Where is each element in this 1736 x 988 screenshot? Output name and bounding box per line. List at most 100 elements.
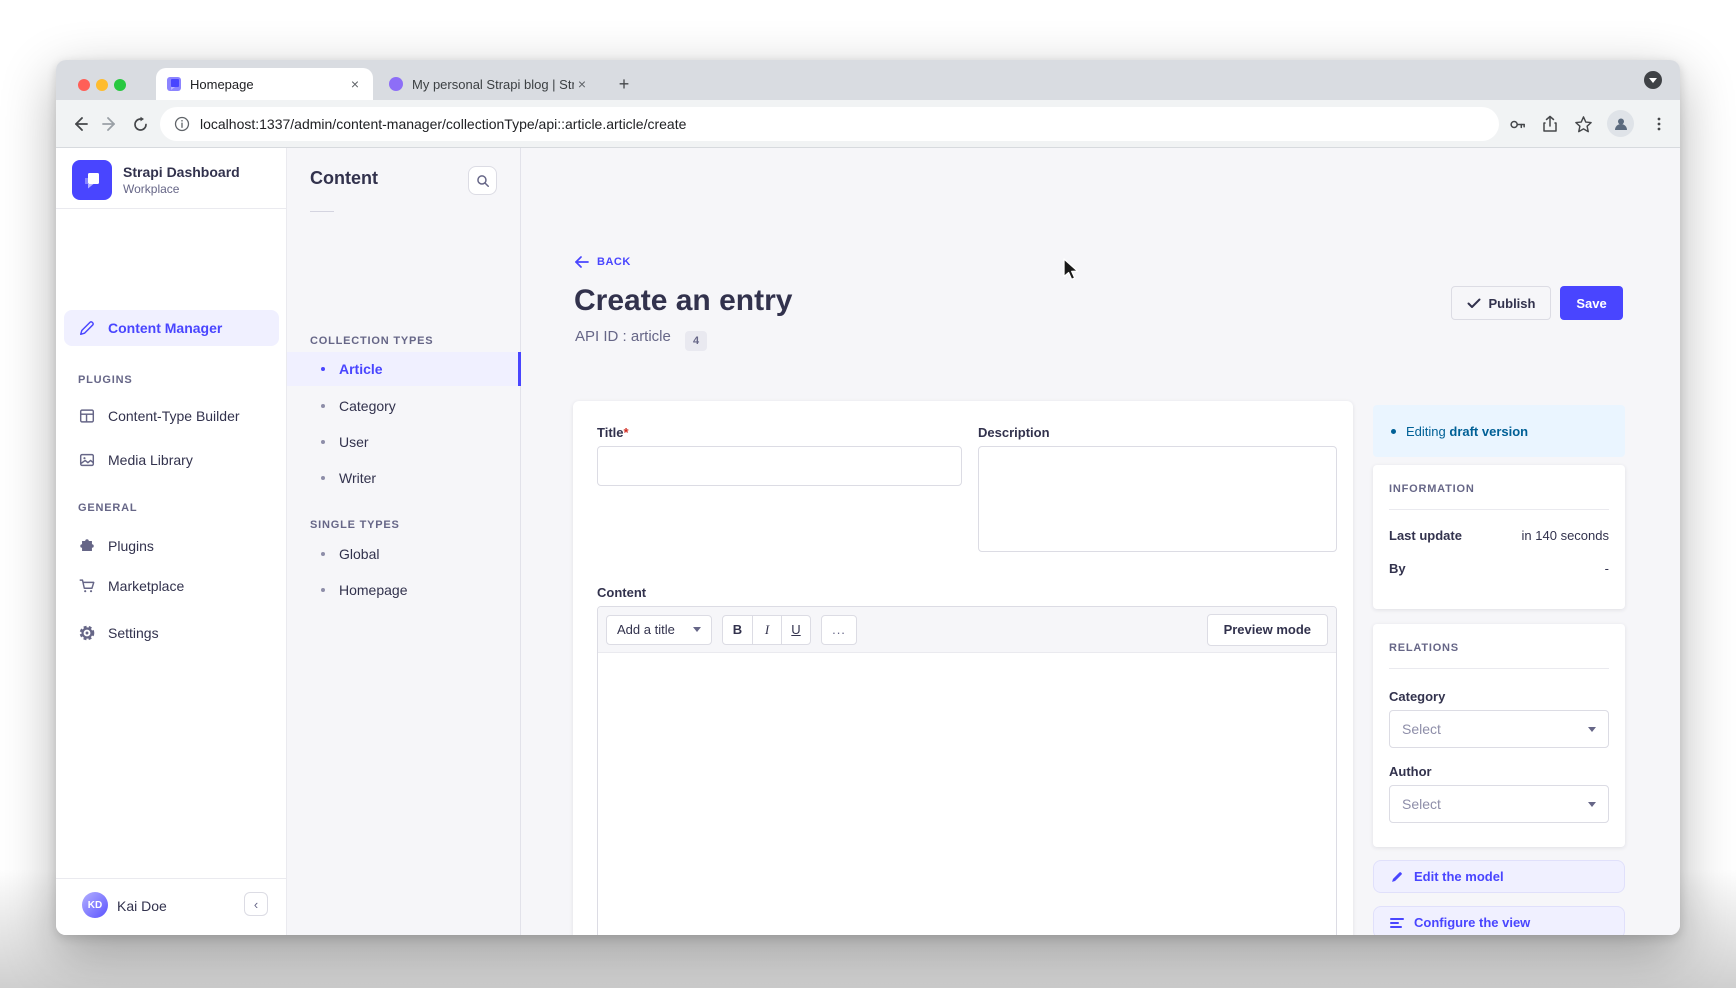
- chevron-down-icon: [693, 627, 701, 632]
- heading-select[interactable]: Add a title: [606, 615, 712, 645]
- subnav-item-homepage[interactable]: Homepage: [287, 573, 521, 607]
- workspace-subtitle: Workplace: [123, 182, 179, 196]
- url-bar[interactable]: localhost:1337/admin/content-manager/col…: [160, 107, 1499, 141]
- information-header: INFORMATION: [1389, 483, 1609, 495]
- tab-homepage[interactable]: Homepage ×: [156, 68, 373, 100]
- collapse-sidebar-button[interactable]: ‹: [244, 892, 268, 916]
- reload-icon[interactable]: [128, 112, 152, 136]
- draft-notice-text: Editing draft version: [1406, 424, 1528, 439]
- subnav-item-article[interactable]: Article: [287, 352, 521, 386]
- subnav-item-label: Homepage: [339, 582, 408, 598]
- by-row: By -: [1389, 561, 1609, 576]
- subnav-title: Content: [310, 168, 378, 189]
- editor-text-area[interactable]: [598, 653, 1336, 935]
- heading-select-value: Add a title: [617, 622, 675, 637]
- workspace-title: Strapi Dashboard: [123, 164, 240, 180]
- subnav-item-writer[interactable]: Writer: [287, 461, 521, 495]
- publish-label: Publish: [1489, 296, 1536, 311]
- sidebar-item-content-type-builder[interactable]: Content-Type Builder: [64, 398, 279, 434]
- user-name: Kai Doe: [117, 898, 167, 914]
- window-zoom-button[interactable]: [114, 79, 126, 91]
- sidebar-item-label: Content-Type Builder: [108, 408, 240, 424]
- underline-button[interactable]: U: [781, 616, 810, 644]
- bold-button[interactable]: B: [723, 616, 752, 644]
- select-placeholder: Select: [1402, 796, 1441, 812]
- relations-header: RELATIONS: [1389, 642, 1609, 654]
- general-section-header: GENERAL: [78, 502, 137, 514]
- window-minimize-button[interactable]: [96, 79, 108, 91]
- chevron-down-icon: [1649, 78, 1657, 83]
- strapi-favicon-icon: [166, 76, 182, 92]
- bookmark-star-icon[interactable]: [1571, 112, 1595, 136]
- title-field-group: Title*: [597, 425, 962, 557]
- sidebar-item-media-library[interactable]: Media Library: [64, 442, 279, 478]
- browser-menu-icon[interactable]: [1647, 112, 1671, 136]
- tab-close-icon[interactable]: ×: [574, 76, 590, 92]
- edit-model-button[interactable]: Edit the model: [1373, 860, 1625, 893]
- sidebar-item-plugins[interactable]: Plugins: [64, 528, 279, 564]
- subnav-item-label: Global: [339, 546, 379, 562]
- back-icon[interactable]: [68, 112, 92, 136]
- plugins-section-header: PLUGINS: [78, 374, 133, 386]
- share-icon[interactable]: [1538, 112, 1562, 136]
- password-key-icon[interactable]: [1505, 112, 1529, 136]
- sidebar-item-label: Content Manager: [108, 320, 222, 336]
- tab-search-button[interactable]: [1644, 71, 1662, 89]
- title-input[interactable]: [597, 446, 962, 486]
- window-close-button[interactable]: [78, 79, 90, 91]
- pencil-icon: [78, 319, 96, 337]
- publish-button[interactable]: Publish: [1451, 286, 1551, 320]
- save-button[interactable]: Save: [1560, 286, 1623, 320]
- site-info-icon[interactable]: [174, 116, 190, 132]
- configure-view-button[interactable]: Configure the view: [1373, 906, 1625, 935]
- page-title: Create an entry: [574, 284, 792, 318]
- required-asterisk: *: [624, 425, 629, 440]
- image-icon: [78, 451, 96, 469]
- subnav-item-global[interactable]: Global: [287, 537, 521, 571]
- search-button[interactable]: [468, 166, 497, 195]
- bullet-icon: [321, 552, 325, 556]
- format-button-group: B I U: [722, 615, 811, 645]
- author-select[interactable]: Select: [1389, 785, 1609, 823]
- description-textarea[interactable]: [978, 446, 1337, 552]
- subnav-item-user[interactable]: User: [287, 425, 521, 459]
- configure-view-label: Configure the view: [1414, 915, 1530, 930]
- tab-strapi-blog[interactable]: My personal Strapi blog | Strap ×: [378, 68, 600, 100]
- sidebar-item-marketplace[interactable]: Marketplace: [64, 568, 279, 604]
- category-select[interactable]: Select: [1389, 710, 1609, 748]
- info-label: Last update: [1389, 528, 1462, 543]
- new-tab-button[interactable]: +: [612, 72, 636, 96]
- subnav-item-category[interactable]: Category: [287, 389, 521, 423]
- user-avatar[interactable]: KD: [82, 892, 108, 918]
- sidebar-item-label: Plugins: [108, 538, 154, 554]
- bullet-icon: [321, 588, 325, 592]
- sidebar-item-settings[interactable]: Settings: [64, 615, 279, 651]
- divider: [56, 878, 286, 879]
- strapi-admin-app: Strapi Dashboard Workplace Content Manag…: [56, 148, 1680, 935]
- browser-profile-avatar[interactable]: [1607, 110, 1634, 137]
- content-subnav: Content COLLECTION TYPES 4 Article Categ…: [287, 148, 521, 935]
- tab-close-icon[interactable]: ×: [347, 76, 363, 92]
- entry-form-card: Title* Description Content Add a title: [573, 401, 1353, 935]
- select-placeholder: Select: [1402, 721, 1441, 737]
- bullet-icon: [321, 440, 325, 444]
- cart-icon: [78, 577, 96, 595]
- back-link[interactable]: BACK: [575, 256, 631, 268]
- description-field-label: Description: [978, 425, 1337, 440]
- layout-icon: [78, 407, 96, 425]
- sidebar-item-content-manager[interactable]: Content Manager: [64, 310, 279, 346]
- bullet-icon: [321, 404, 325, 408]
- information-card: INFORMATION Last update in 140 seconds B…: [1373, 465, 1625, 609]
- main-nav-sidebar: Strapi Dashboard Workplace Content Manag…: [56, 148, 287, 935]
- strapi-logo[interactable]: [72, 160, 112, 200]
- bullet-icon: [1391, 429, 1396, 434]
- search-icon: [476, 174, 490, 188]
- italic-button[interactable]: I: [752, 616, 781, 644]
- forward-icon[interactable]: [98, 112, 122, 136]
- more-formats-button[interactable]: ...: [821, 615, 857, 645]
- api-id-subtitle: API ID : article: [575, 328, 671, 345]
- sidebar-item-label: Media Library: [108, 452, 193, 468]
- check-icon: [1467, 298, 1481, 309]
- preview-mode-button[interactable]: Preview mode: [1207, 614, 1328, 646]
- subnav-item-label: Writer: [339, 470, 376, 486]
